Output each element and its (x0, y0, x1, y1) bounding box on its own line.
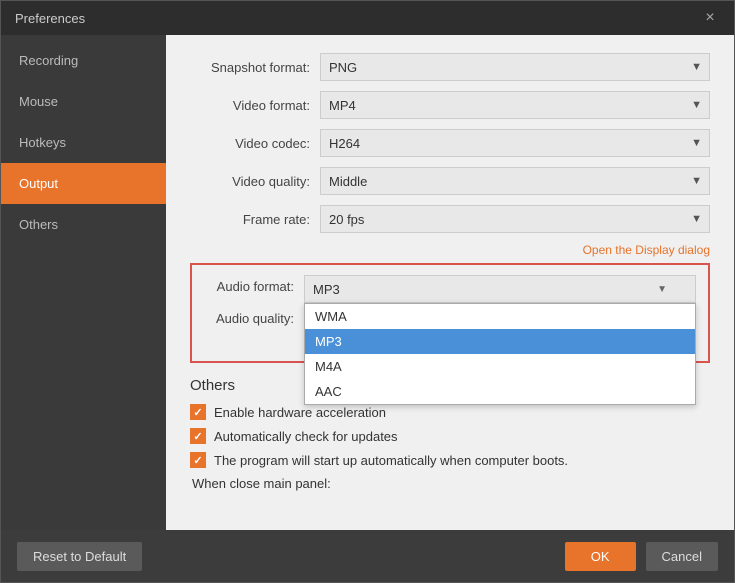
dropdown-item-mp3[interactable]: MP3 (305, 329, 695, 354)
video-quality-label: Video quality: (190, 174, 320, 189)
preferences-dialog: Preferences × Recording Mouse Hotkeys Ou… (0, 0, 735, 583)
video-format-label: Video format: (190, 98, 320, 113)
dropdown-item-m4a[interactable]: M4A (305, 354, 695, 379)
video-quality-row: Video quality: Low Middle High ▼ (190, 167, 710, 195)
snapshot-format-select-wrapper: PNG JPG BMP ▼ (320, 53, 710, 81)
checkbox-hardware-accel-label: Enable hardware acceleration (214, 405, 386, 420)
audio-format-row: Audio format: MP3 ▼ WMA MP3 M4A AAC (204, 275, 696, 303)
snapshot-format-label: Snapshot format: (190, 60, 320, 75)
frame-rate-select[interactable]: 10 fps 15 fps 20 fps 25 fps 30 fps (320, 205, 710, 233)
checkbox-row-2: Automatically check for updates (190, 428, 710, 444)
frame-rate-label: Frame rate: (190, 212, 320, 227)
sidebar-item-mouse[interactable]: Mouse (1, 81, 166, 122)
close-button[interactable]: × (700, 8, 720, 28)
audio-format-chevron: ▼ (657, 284, 667, 295)
audio-quality-label: Audio quality: (204, 307, 304, 326)
checkbox-row-3: The program will start up automatically … (190, 452, 710, 468)
audio-format-value: MP3 (313, 282, 340, 297)
ok-button[interactable]: OK (565, 542, 636, 571)
footer-right: OK Cancel (565, 542, 718, 571)
audio-format-shown-value[interactable]: MP3 ▼ (304, 275, 696, 303)
audio-section: Audio format: MP3 ▼ WMA MP3 M4A AAC (190, 263, 710, 363)
audio-format-label: Audio format: (204, 275, 304, 294)
checkbox-auto-start-label: The program will start up automatically … (214, 453, 568, 468)
sidebar: Recording Mouse Hotkeys Output Others (1, 35, 166, 530)
video-quality-select-wrapper: Low Middle High ▼ (320, 167, 710, 195)
dialog-title: Preferences (15, 11, 85, 26)
dropdown-item-aac[interactable]: AAC (305, 379, 695, 404)
open-display-dialog-link[interactable]: Open the Display dialog (190, 243, 710, 257)
main-content: Snapshot format: PNG JPG BMP ▼ Video for… (166, 35, 734, 530)
frame-rate-select-wrapper: 10 fps 15 fps 20 fps 25 fps 30 fps ▼ (320, 205, 710, 233)
title-bar: Preferences × (1, 1, 734, 35)
video-codec-select-wrapper: H264 H265 ▼ (320, 129, 710, 157)
dropdown-item-wma[interactable]: WMA (305, 304, 695, 329)
footer: Reset to Default OK Cancel (1, 530, 734, 582)
checkbox-auto-update-label: Automatically check for updates (214, 429, 398, 444)
sidebar-item-hotkeys[interactable]: Hotkeys (1, 122, 166, 163)
video-format-row: Video format: MP4 AVI MOV ▼ (190, 91, 710, 119)
audio-format-dropdown: WMA MP3 M4A AAC (304, 303, 696, 405)
sidebar-item-recording[interactable]: Recording (1, 40, 166, 81)
checkbox-auto-update[interactable] (190, 428, 206, 444)
video-codec-select[interactable]: H264 H265 (320, 129, 710, 157)
video-codec-label: Video codec: (190, 136, 320, 151)
video-format-select-wrapper: MP4 AVI MOV ▼ (320, 91, 710, 119)
audio-format-select-wrapper: MP3 ▼ WMA MP3 M4A AAC (304, 275, 696, 303)
cancel-button[interactable]: Cancel (646, 542, 718, 571)
sidebar-item-others[interactable]: Others (1, 204, 166, 245)
checkbox-hardware-accel[interactable] (190, 404, 206, 420)
reset-button[interactable]: Reset to Default (17, 542, 142, 571)
checkbox-auto-start[interactable] (190, 452, 206, 468)
video-format-select[interactable]: MP4 AVI MOV (320, 91, 710, 119)
when-close-label: When close main panel: (190, 476, 710, 491)
snapshot-format-select[interactable]: PNG JPG BMP (320, 53, 710, 81)
checkbox-row-1: Enable hardware acceleration (190, 404, 710, 420)
video-quality-select[interactable]: Low Middle High (320, 167, 710, 195)
video-codec-row: Video codec: H264 H265 ▼ (190, 129, 710, 157)
dialog-body: Recording Mouse Hotkeys Output Others Sn… (1, 35, 734, 530)
snapshot-format-row: Snapshot format: PNG JPG BMP ▼ (190, 53, 710, 81)
sidebar-item-output[interactable]: Output (1, 163, 166, 204)
frame-rate-row: Frame rate: 10 fps 15 fps 20 fps 25 fps … (190, 205, 710, 233)
